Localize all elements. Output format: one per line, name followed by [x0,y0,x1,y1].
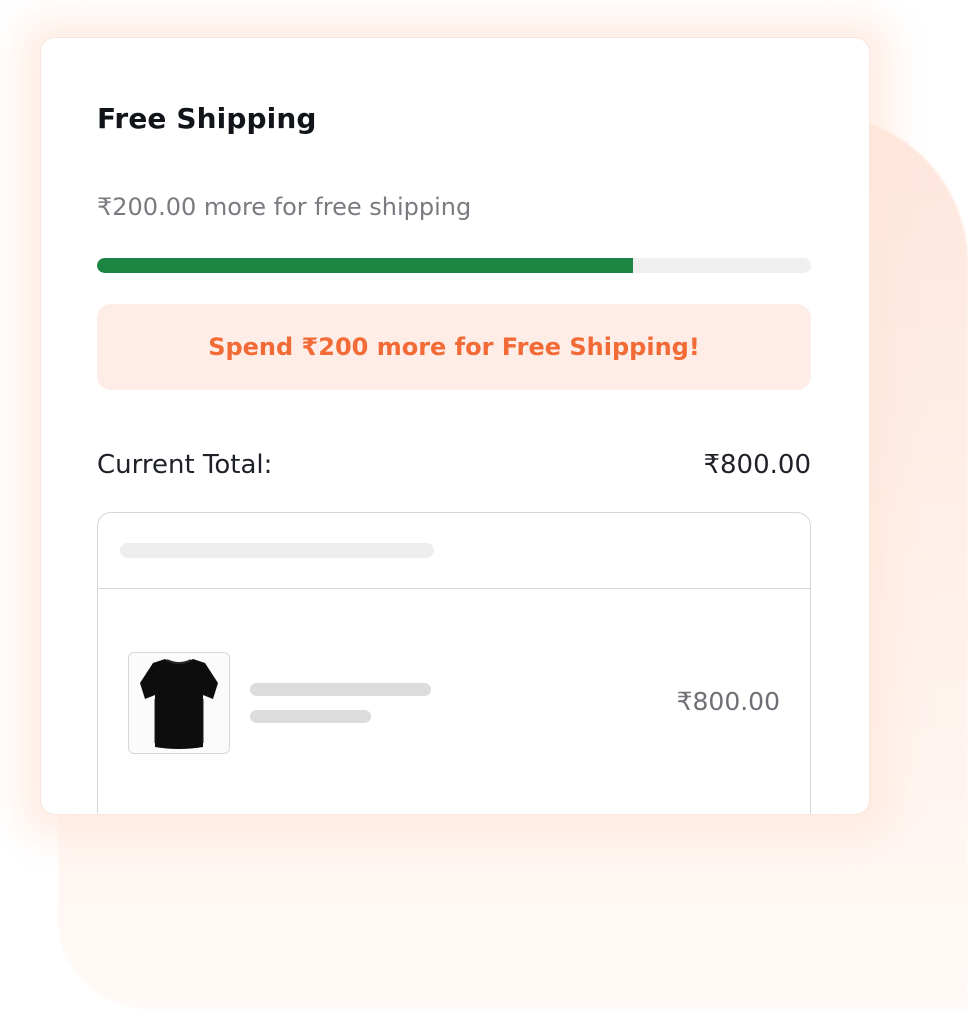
cart-item-row[interactable]: ₹800.00 [98,589,810,814]
free-shipping-card: Free Shipping ₹200.00 more for free ship… [41,38,869,814]
header-placeholder [120,543,434,558]
promo-message: Spend ₹200 more for Free Shipping! [208,333,700,361]
current-total-value: ₹800.00 [703,450,811,480]
promo-banner: Spend ₹200 more for Free Shipping! [97,304,811,390]
remaining-amount-text: ₹200.00 more for free shipping [97,193,472,221]
tshirt-icon [140,659,218,749]
cart-items-box: ₹800.00 [97,512,811,814]
product-thumbnail[interactable] [128,652,230,754]
shipping-progress-bar [97,258,811,273]
current-total-label: Current Total: [97,450,273,480]
cart-header [98,513,810,589]
card-title: Free Shipping [97,102,317,135]
product-name-placeholder [250,683,431,696]
item-price: ₹800.00 [676,687,780,716]
shipping-progress-fill [97,258,633,273]
product-variant-placeholder [250,710,371,723]
